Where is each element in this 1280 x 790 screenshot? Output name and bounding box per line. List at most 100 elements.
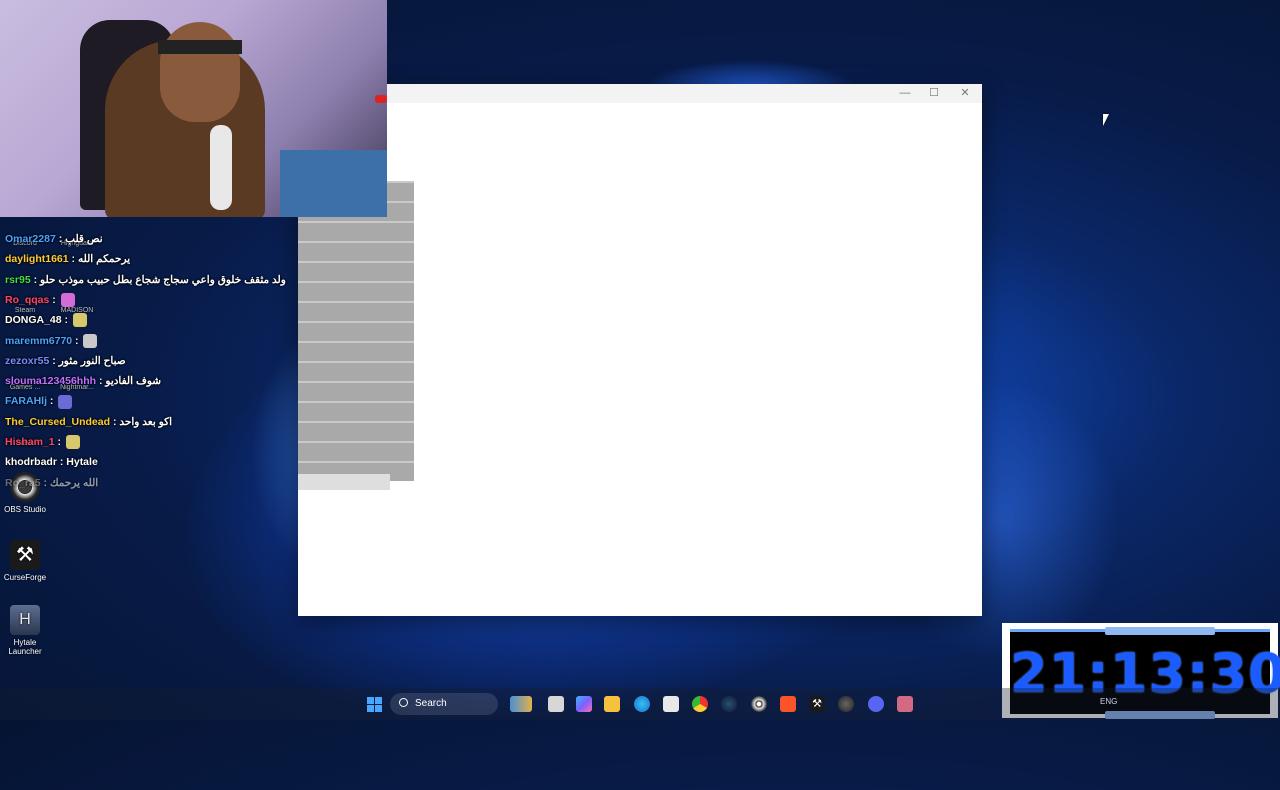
chat-separator: : xyxy=(47,395,57,408)
curseforge-icon[interactable]: ⚒ xyxy=(809,696,825,712)
webcam-light xyxy=(375,95,387,103)
chat-separator: : xyxy=(30,273,41,286)
chat-separator: : xyxy=(40,476,50,489)
chat-username: DONGA_48 xyxy=(5,314,62,327)
chat-message: zezoxr55 : صباح النور مثور xyxy=(5,352,126,370)
loading-placeholder-row xyxy=(298,421,414,441)
chat-separator: : xyxy=(49,354,59,367)
loading-placeholder-row xyxy=(298,241,414,261)
chat-message: Ro_qqas : xyxy=(5,291,75,309)
chat-text: صباح النور مثور xyxy=(58,354,126,367)
chat-message: The_Cursed_Undead : اكو بعد واحد xyxy=(5,413,172,431)
app-window[interactable]: — ☐ ✕ xyxy=(298,84,982,616)
chat-separator: : xyxy=(54,436,64,448)
widgets-icon[interactable] xyxy=(510,696,532,712)
brave-icon[interactable] xyxy=(780,696,796,712)
chat-username: maremm6770 xyxy=(5,334,73,347)
chat-separator: : xyxy=(56,456,67,469)
desktop-icon-label: OBS Studio xyxy=(4,505,46,514)
loading-placeholder-row xyxy=(298,361,414,381)
file-explorer-icon[interactable] xyxy=(604,696,620,712)
window-titlebar[interactable]: — ☐ ✕ xyxy=(298,84,982,103)
emote-icon xyxy=(58,394,73,409)
loading-placeholder-row xyxy=(298,381,414,401)
chat-username: khodrbadr xyxy=(5,456,57,469)
loading-placeholder-row xyxy=(298,474,390,490)
chat-username: Ro_ra5 xyxy=(5,476,41,489)
task-view-icon[interactable] xyxy=(548,696,564,712)
chat-separator: : xyxy=(61,314,71,327)
search-label: Search xyxy=(415,698,447,709)
chat-username: slouma123456hhh xyxy=(5,375,97,388)
active-app-icon[interactable] xyxy=(897,696,913,712)
chat-separator: : xyxy=(68,253,78,266)
chat-message: Ro_ra5 : الله يرحمك xyxy=(5,474,98,492)
close-button[interactable]: ✕ xyxy=(952,86,978,101)
chat-message: Hisham_1 : xyxy=(5,433,80,451)
chat-text: ولد مثقف خلوق واعي سجاج شجاع بطل حبيب مو… xyxy=(40,273,286,286)
edge-icon[interactable] xyxy=(634,696,650,712)
app-icon[interactable] xyxy=(838,696,854,712)
minimize-button[interactable]: — xyxy=(892,86,918,101)
emote-icon xyxy=(65,435,80,450)
curseforge-icon: ⚒ xyxy=(10,540,40,570)
chat-message: slouma123456hhh : شوف الفاديو xyxy=(5,372,161,390)
start-button-icon[interactable] xyxy=(367,697,382,712)
copilot-icon[interactable] xyxy=(576,696,592,712)
chat-text: Hytale xyxy=(66,456,98,469)
loading-placeholder-row xyxy=(298,441,414,461)
chat-separator: : xyxy=(110,415,120,428)
chat-username: FARAHlj xyxy=(5,395,47,408)
webcam-microphone xyxy=(210,125,232,210)
chat-message: daylight1661 : يرحمكم الله xyxy=(5,250,130,268)
chat-text: يرحمكم الله xyxy=(77,253,131,266)
chat-username: The_Cursed_Undead xyxy=(5,415,111,428)
maximize-button[interactable]: ☐ xyxy=(921,86,947,101)
emote-icon xyxy=(83,333,98,348)
chat-separator: : xyxy=(72,334,82,347)
chat-separator: : xyxy=(49,293,59,306)
taskbar-search[interactable]: Search xyxy=(390,693,498,715)
chat-username: Ro_qqas xyxy=(5,293,50,306)
loading-placeholder-row xyxy=(298,401,414,421)
chat-text: نص قلب xyxy=(65,233,103,245)
loading-placeholder-row xyxy=(298,301,414,321)
desktop-icon-label: CurseForge xyxy=(3,573,47,582)
chat-message: rsr95 : ولد مثقف خلوق واعي سجاج شجاع بطل… xyxy=(5,271,286,289)
chat-text: الله يرحمك xyxy=(49,476,99,489)
chat-text: اكو بعد واحد xyxy=(119,415,173,428)
webcam-head xyxy=(160,22,240,122)
webcam-overlay xyxy=(0,0,387,217)
discord-icon[interactable] xyxy=(868,696,884,712)
system-tray-language[interactable]: ENG xyxy=(1100,697,1117,706)
mouse-cursor-icon xyxy=(1103,114,1109,126)
stream-chat-overlay: Omar2287 : نص قلب daylight1661 : يرحمكم ا… xyxy=(0,212,300,492)
chat-username: Omar2287 xyxy=(5,233,56,245)
chat-username: zezoxr55 xyxy=(5,354,50,367)
loading-placeholder-row xyxy=(298,321,414,341)
hytale-icon: H xyxy=(10,605,40,635)
emote-icon xyxy=(72,313,87,328)
steam-icon[interactable] xyxy=(721,696,737,712)
taskbar: Search ⚒ ENG xyxy=(0,688,1280,720)
chat-message: maremm6770 : xyxy=(5,332,98,350)
emote-icon xyxy=(60,293,75,308)
chat-message: DONGA_48 : xyxy=(5,311,87,329)
loading-placeholder-row xyxy=(298,221,414,241)
obs-icon[interactable] xyxy=(751,696,767,712)
clock-cap-top xyxy=(1105,627,1215,635)
chat-separator: : xyxy=(96,375,106,388)
loading-placeholder-row xyxy=(298,341,414,361)
chat-username: rsr95 xyxy=(5,273,31,286)
chrome-icon[interactable] xyxy=(692,696,708,712)
desktop-icon-label: Hytale Launcher xyxy=(8,638,42,656)
store-icon[interactable] xyxy=(663,696,679,712)
desktop-icon-hytale-launcher[interactable]: H Hytale Launcher xyxy=(0,605,50,656)
search-icon xyxy=(399,698,408,707)
chat-username: daylight1661 xyxy=(5,253,69,266)
loading-placeholder-row xyxy=(298,261,414,281)
chat-separator: : xyxy=(55,233,66,245)
webcam-headband xyxy=(158,40,242,54)
desktop-icon-curseforge[interactable]: ⚒ CurseForge xyxy=(0,540,50,582)
chat-message: khodrbadr : Hytale xyxy=(5,453,98,471)
